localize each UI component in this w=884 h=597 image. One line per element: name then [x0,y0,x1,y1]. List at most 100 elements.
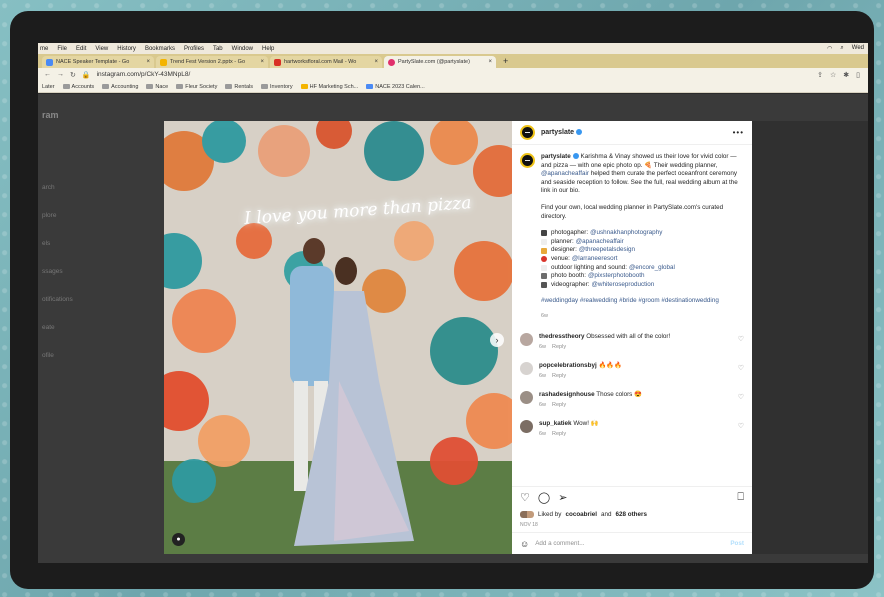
close-icon[interactable]: × [488,59,492,65]
sidebar-item-notifications[interactable]: otifications [42,296,73,303]
bookmark-inventory[interactable]: Inventory [261,84,293,90]
browser-tab[interactable]: Trend Fest Version 2.pptx - Go × [156,56,268,68]
menu-view[interactable]: View [95,46,108,52]
avatar[interactable] [520,125,535,140]
menu-file[interactable]: File [57,46,67,52]
credit-link[interactable]: @pixsterphotobooth [588,272,644,281]
tab-title: NACE Speaker Template - Go [56,59,130,65]
avatar[interactable] [520,361,533,375]
share-icon[interactable]: ➢ [558,491,567,504]
credit-line: designer: @threepetalsdesign [541,246,744,255]
sidebar-item-create[interactable]: eate [42,324,55,331]
reply-button[interactable]: Reply [552,344,566,350]
liker-username[interactable]: cocoabriel [565,511,597,518]
menu-edit[interactable]: Edit [76,46,86,52]
menu-window[interactable]: Window [232,46,253,52]
reply-button[interactable]: Reply [552,402,566,408]
wifi-icon[interactable]: ◠ [827,45,832,52]
post-username[interactable]: partyslate [541,129,583,136]
avatar[interactable] [520,419,533,433]
user-tag-icon[interactable]: ● [172,533,185,546]
menu-tab[interactable]: Tab [213,46,223,52]
screen: me File Edit View History Bookmarks Prof… [38,43,868,563]
caption-username[interactable]: partyslate [541,153,571,160]
heart-icon[interactable]: ♡ [520,491,530,504]
heart-icon[interactable]: ♡ [738,393,744,401]
comment-username[interactable]: sup_katiek [539,420,572,427]
bookmark-nace-2023[interactable]: NACE 2023 Calen... [366,84,425,90]
tab-title: PartySlate.com (@partyslate) [398,59,470,65]
comment-input[interactable]: Add a comment... [535,540,584,547]
post-photo[interactable]: I love you more than pizza › ● [164,121,512,554]
heart-icon[interactable]: ♡ [738,364,744,372]
close-icon[interactable]: × [374,59,378,65]
credit-link[interactable]: @apanacheaffair [576,238,624,247]
star-icon[interactable]: ☆ [830,71,836,79]
credit-link[interactable]: @encore_global [629,264,675,273]
dimmed-background[interactable] [752,121,868,554]
menu-bookmarks[interactable]: Bookmarks [145,46,175,52]
more-options-icon[interactable]: ••• [733,128,744,137]
bookmark-icon[interactable]: ⎕ [737,491,744,504]
back-icon[interactable]: ← [44,71,51,78]
planner-link[interactable]: @apanacheaffair [541,170,589,177]
browser-tab[interactable]: hartworksfloral.com Mail - Wo × [270,56,382,68]
sidebar-item-profile[interactable]: ofile [42,352,54,359]
close-icon[interactable]: × [260,59,264,65]
sidebar-item-messages[interactable]: ssages [42,268,63,275]
comment-username[interactable]: popcelebrationsbyj [539,362,597,369]
new-tab-icon[interactable]: + [498,56,513,66]
browser-tab-active[interactable]: PartySlate.com (@partyslate) × [384,56,496,68]
heart-icon[interactable]: ♡ [738,422,744,430]
sidebar-item-explore[interactable]: plore [42,212,56,219]
share-icon[interactable]: ⇪ [817,71,823,79]
hashtags[interactable]: #weddingday #realwedding #bride #groom #… [541,297,744,306]
avatar[interactable] [520,153,535,168]
post-comment-button[interactable]: Post [730,540,744,547]
reload-icon[interactable]: ↻ [70,71,76,79]
ig-sidebar: ram arch plore els ssages otifications e… [38,94,158,563]
menu-profiles[interactable]: Profiles [184,46,204,52]
sidebar-item-reels[interactable]: els [42,240,50,247]
search-icon[interactable]: ⌕ [840,45,843,52]
reply-button[interactable]: Reply [552,431,566,437]
comment-username[interactable]: thedresstheory [539,333,585,340]
credit-link[interactable]: @larraneeresort [572,255,618,264]
comment-item: popcelebrationsbyj 🔥🔥🔥 6w Reply ♡ [520,361,744,379]
folder-icon [176,84,184,89]
extensions-icon[interactable]: ✱ [843,71,849,79]
reply-button[interactable]: Reply [552,373,566,379]
chevron-right-icon[interactable]: › [490,333,504,347]
comment-username[interactable]: rashadesignhouse [539,391,595,398]
bookmark-later[interactable]: Later [42,84,55,90]
comments-list[interactable]: partyslate Karishma & Vinay showed us th… [512,145,752,486]
sidebar-item-search[interactable]: arch [42,184,55,191]
bookmark-fleur-society[interactable]: Fleur Society [176,84,217,90]
browser-tab[interactable]: NACE Speaker Template - Go × [42,56,154,68]
clock-day: Wed [851,45,864,51]
bookmarks-bar: Later Accounts Accounting Nace Fleur Soc… [38,81,868,93]
credit-link[interactable]: @whiteroseproduction [592,281,655,290]
bookmark-accounts[interactable]: Accounts [62,84,94,90]
likes-count[interactable]: 628 others [615,511,647,518]
instagram-logo[interactable]: ram [42,110,59,120]
menu-app[interactable]: me [40,46,48,52]
emoji-icon[interactable]: ☺ [520,539,529,549]
bookmark-accounting[interactable]: Accounting [102,84,138,90]
sidebar-toggle-icon[interactable]: ▯ [856,71,860,79]
bookmark-hf-marketing[interactable]: HF Marketing Sch... [300,84,358,90]
close-icon[interactable]: × [146,59,150,65]
comment-icon[interactable]: ◯ [538,491,550,504]
bookmark-rentals[interactable]: Rentals [225,84,253,90]
url-field[interactable]: instagram.com/p/CkY-43MNpL8/ [97,71,812,78]
menu-history[interactable]: History [117,46,136,52]
credit-link[interactable]: @ushnakhanphotography [590,229,662,238]
avatar[interactable] [520,332,533,346]
menu-help[interactable]: Help [262,46,274,52]
forward-icon[interactable]: → [57,71,64,78]
bookmark-nace[interactable]: Nace [146,84,168,90]
comment-item: rashadesignhouse Those colors 😍 6w Reply … [520,390,744,408]
avatar[interactable] [520,390,533,404]
heart-icon[interactable]: ♡ [738,335,744,343]
credit-link[interactable]: @threepetalsdesign [579,246,635,255]
